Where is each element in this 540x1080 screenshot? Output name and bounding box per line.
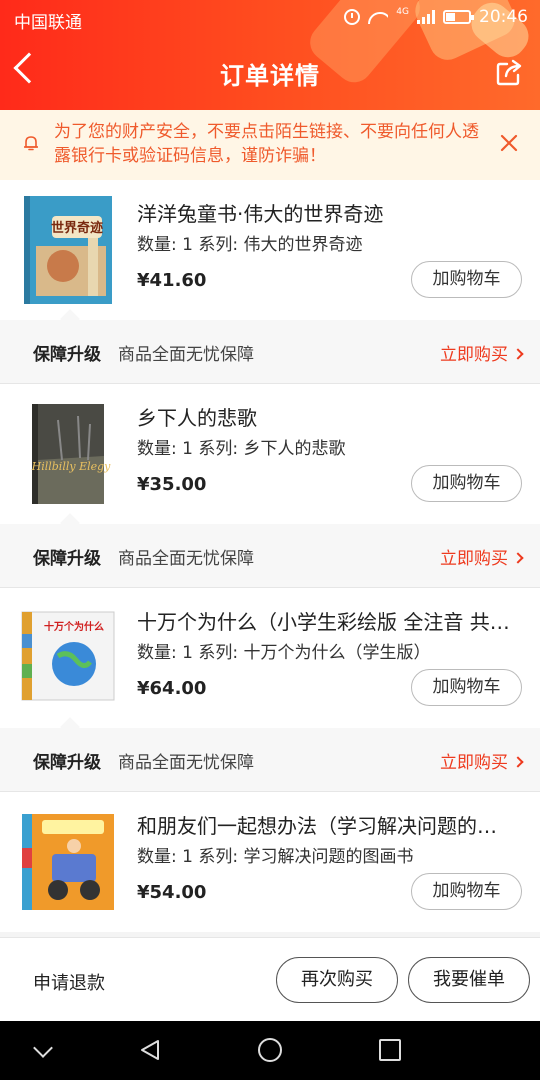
buy-now-link[interactable]: 立即购买 bbox=[440, 544, 524, 569]
guarantee-title: 保障升级 bbox=[33, 345, 101, 365]
page-title: 订单详情 bbox=[220, 62, 320, 90]
book-cover-image[interactable] bbox=[18, 808, 118, 916]
product-name[interactable]: 乡下人的悲歌 bbox=[137, 402, 522, 431]
buy-now-label: 立即购买 bbox=[440, 549, 508, 569]
clock: 20:46 bbox=[479, 7, 528, 27]
refund-link[interactable]: 申请退款 bbox=[33, 969, 105, 995]
product-spec: 数量: 1 系列: 学习解决问题的图画书 bbox=[137, 847, 414, 867]
notice-text: 为了您的财产安全，不要点击陌生链接、不要向任何人透露银行卡或验证码信息，谨防诈骗… bbox=[54, 122, 479, 166]
svg-text:世界奇迹: 世界奇迹 bbox=[51, 220, 103, 236]
product-spec: 数量: 1 系列: 伟大的世界奇迹 bbox=[137, 235, 363, 255]
status-icons: 4G 20:46 bbox=[344, 7, 528, 27]
product-spec: 数量: 1 系列: 乡下人的悲歌 bbox=[137, 439, 346, 459]
chevron-right-icon bbox=[512, 756, 524, 768]
share-icon[interactable] bbox=[494, 58, 524, 88]
svg-text:Hillbilly Elegy: Hillbilly Elegy bbox=[31, 460, 112, 473]
add-to-cart-button[interactable]: 加购物车 bbox=[411, 465, 522, 502]
order-item[interactable]: Hillbilly Elegy 乡下人的悲歌 数量: 1 系列: 乡下人的悲歌 … bbox=[0, 384, 540, 524]
order-item-list: 世界奇迹 洋洋兔童书·伟大的世界奇迹 数量: 1 系列: 伟大的世界奇迹 ¥41… bbox=[0, 180, 540, 932]
close-icon[interactable] bbox=[498, 132, 520, 154]
guarantee-desc: 商品全面无忧保障 bbox=[118, 345, 254, 365]
carrier-label: 中国联通 bbox=[14, 13, 82, 33]
svg-text:十万个为什么: 十万个为什么 bbox=[44, 620, 104, 633]
nav-home-icon[interactable] bbox=[258, 1038, 282, 1062]
product-price: ¥35.00 bbox=[137, 474, 207, 495]
guarantee-row: 保障升级 商品全面无忧保障 立即购买 bbox=[0, 524, 540, 588]
add-to-cart-button[interactable]: 加购物车 bbox=[411, 669, 522, 706]
product-price: ¥64.00 bbox=[137, 678, 207, 699]
product-name[interactable]: 十万个为什么（小学生彩绘版 全注音 共… bbox=[137, 606, 522, 635]
order-item[interactable]: 世界奇迹 洋洋兔童书·伟大的世界奇迹 数量: 1 系列: 伟大的世界奇迹 ¥41… bbox=[0, 180, 540, 320]
nav-back-icon[interactable] bbox=[138, 1038, 162, 1062]
urge-order-button[interactable]: 我要催单 bbox=[408, 957, 530, 1003]
add-to-cart-button[interactable]: 加购物车 bbox=[411, 873, 522, 910]
signal-icon bbox=[417, 10, 435, 24]
product-name[interactable]: 洋洋兔童书·伟大的世界奇迹 bbox=[137, 198, 522, 227]
product-spec: 数量: 1 系列: 十万个为什么（学生版） bbox=[137, 643, 431, 663]
order-item[interactable]: 和朋友们一起想办法（学习解决问题的… 数量: 1 系列: 学习解决问题的图画书 … bbox=[0, 792, 540, 932]
book-cover-image[interactable]: 世界奇迹 bbox=[18, 196, 118, 304]
guarantee-desc: 商品全面无忧保障 bbox=[118, 549, 254, 569]
bottom-action-bar: 申请退款 再次购买 我要催单 bbox=[0, 937, 540, 1021]
guarantee-desc: 商品全面无忧保障 bbox=[118, 753, 254, 773]
battery-icon bbox=[443, 10, 474, 24]
guarantee-title: 保障升级 bbox=[33, 549, 101, 569]
chevron-right-icon bbox=[512, 348, 524, 360]
guarantee-title: 保障升级 bbox=[33, 753, 101, 773]
security-notice: 为了您的财产安全，不要点击陌生链接、不要向任何人透露银行卡或验证码信息，谨防诈骗… bbox=[0, 110, 540, 180]
product-price: ¥54.00 bbox=[137, 882, 207, 903]
system-nav-bar bbox=[0, 1021, 540, 1080]
bell-icon bbox=[24, 136, 38, 151]
product-name[interactable]: 和朋友们一起想办法（学习解决问题的… bbox=[137, 810, 522, 839]
buy-now-label: 立即购买 bbox=[440, 753, 508, 773]
order-item[interactable]: 十万个为什么 十万个为什么（小学生彩绘版 全注音 共… 数量: 1 系列: 十万… bbox=[0, 588, 540, 728]
nav-recent-apps-icon[interactable] bbox=[379, 1039, 401, 1061]
chevron-down-icon[interactable] bbox=[33, 1038, 53, 1058]
buy-now-link[interactable]: 立即购买 bbox=[440, 748, 524, 773]
book-cover-image[interactable]: 十万个为什么 bbox=[18, 604, 118, 712]
network-type-label: 4G bbox=[396, 7, 409, 17]
alarm-icon bbox=[344, 9, 361, 25]
buy-now-label: 立即购买 bbox=[440, 345, 508, 365]
header-bar: 中国联通 4G 20:46 订单详情 bbox=[0, 0, 540, 110]
status-bar: 中国联通 4G 20:46 bbox=[0, 0, 540, 36]
add-to-cart-button[interactable]: 加购物车 bbox=[411, 261, 522, 298]
chevron-right-icon bbox=[512, 552, 524, 564]
guarantee-row: 保障升级 商品全面无忧保障 立即购买 bbox=[0, 728, 540, 792]
product-price: ¥41.60 bbox=[137, 270, 207, 291]
guarantee-row: 保障升级 商品全面无忧保障 立即购买 bbox=[0, 320, 540, 384]
rebuy-button[interactable]: 再次购买 bbox=[276, 957, 398, 1003]
wifi-icon bbox=[368, 10, 389, 24]
buy-now-link[interactable]: 立即购买 bbox=[440, 340, 524, 365]
book-cover-image[interactable]: Hillbilly Elegy bbox=[18, 400, 118, 508]
